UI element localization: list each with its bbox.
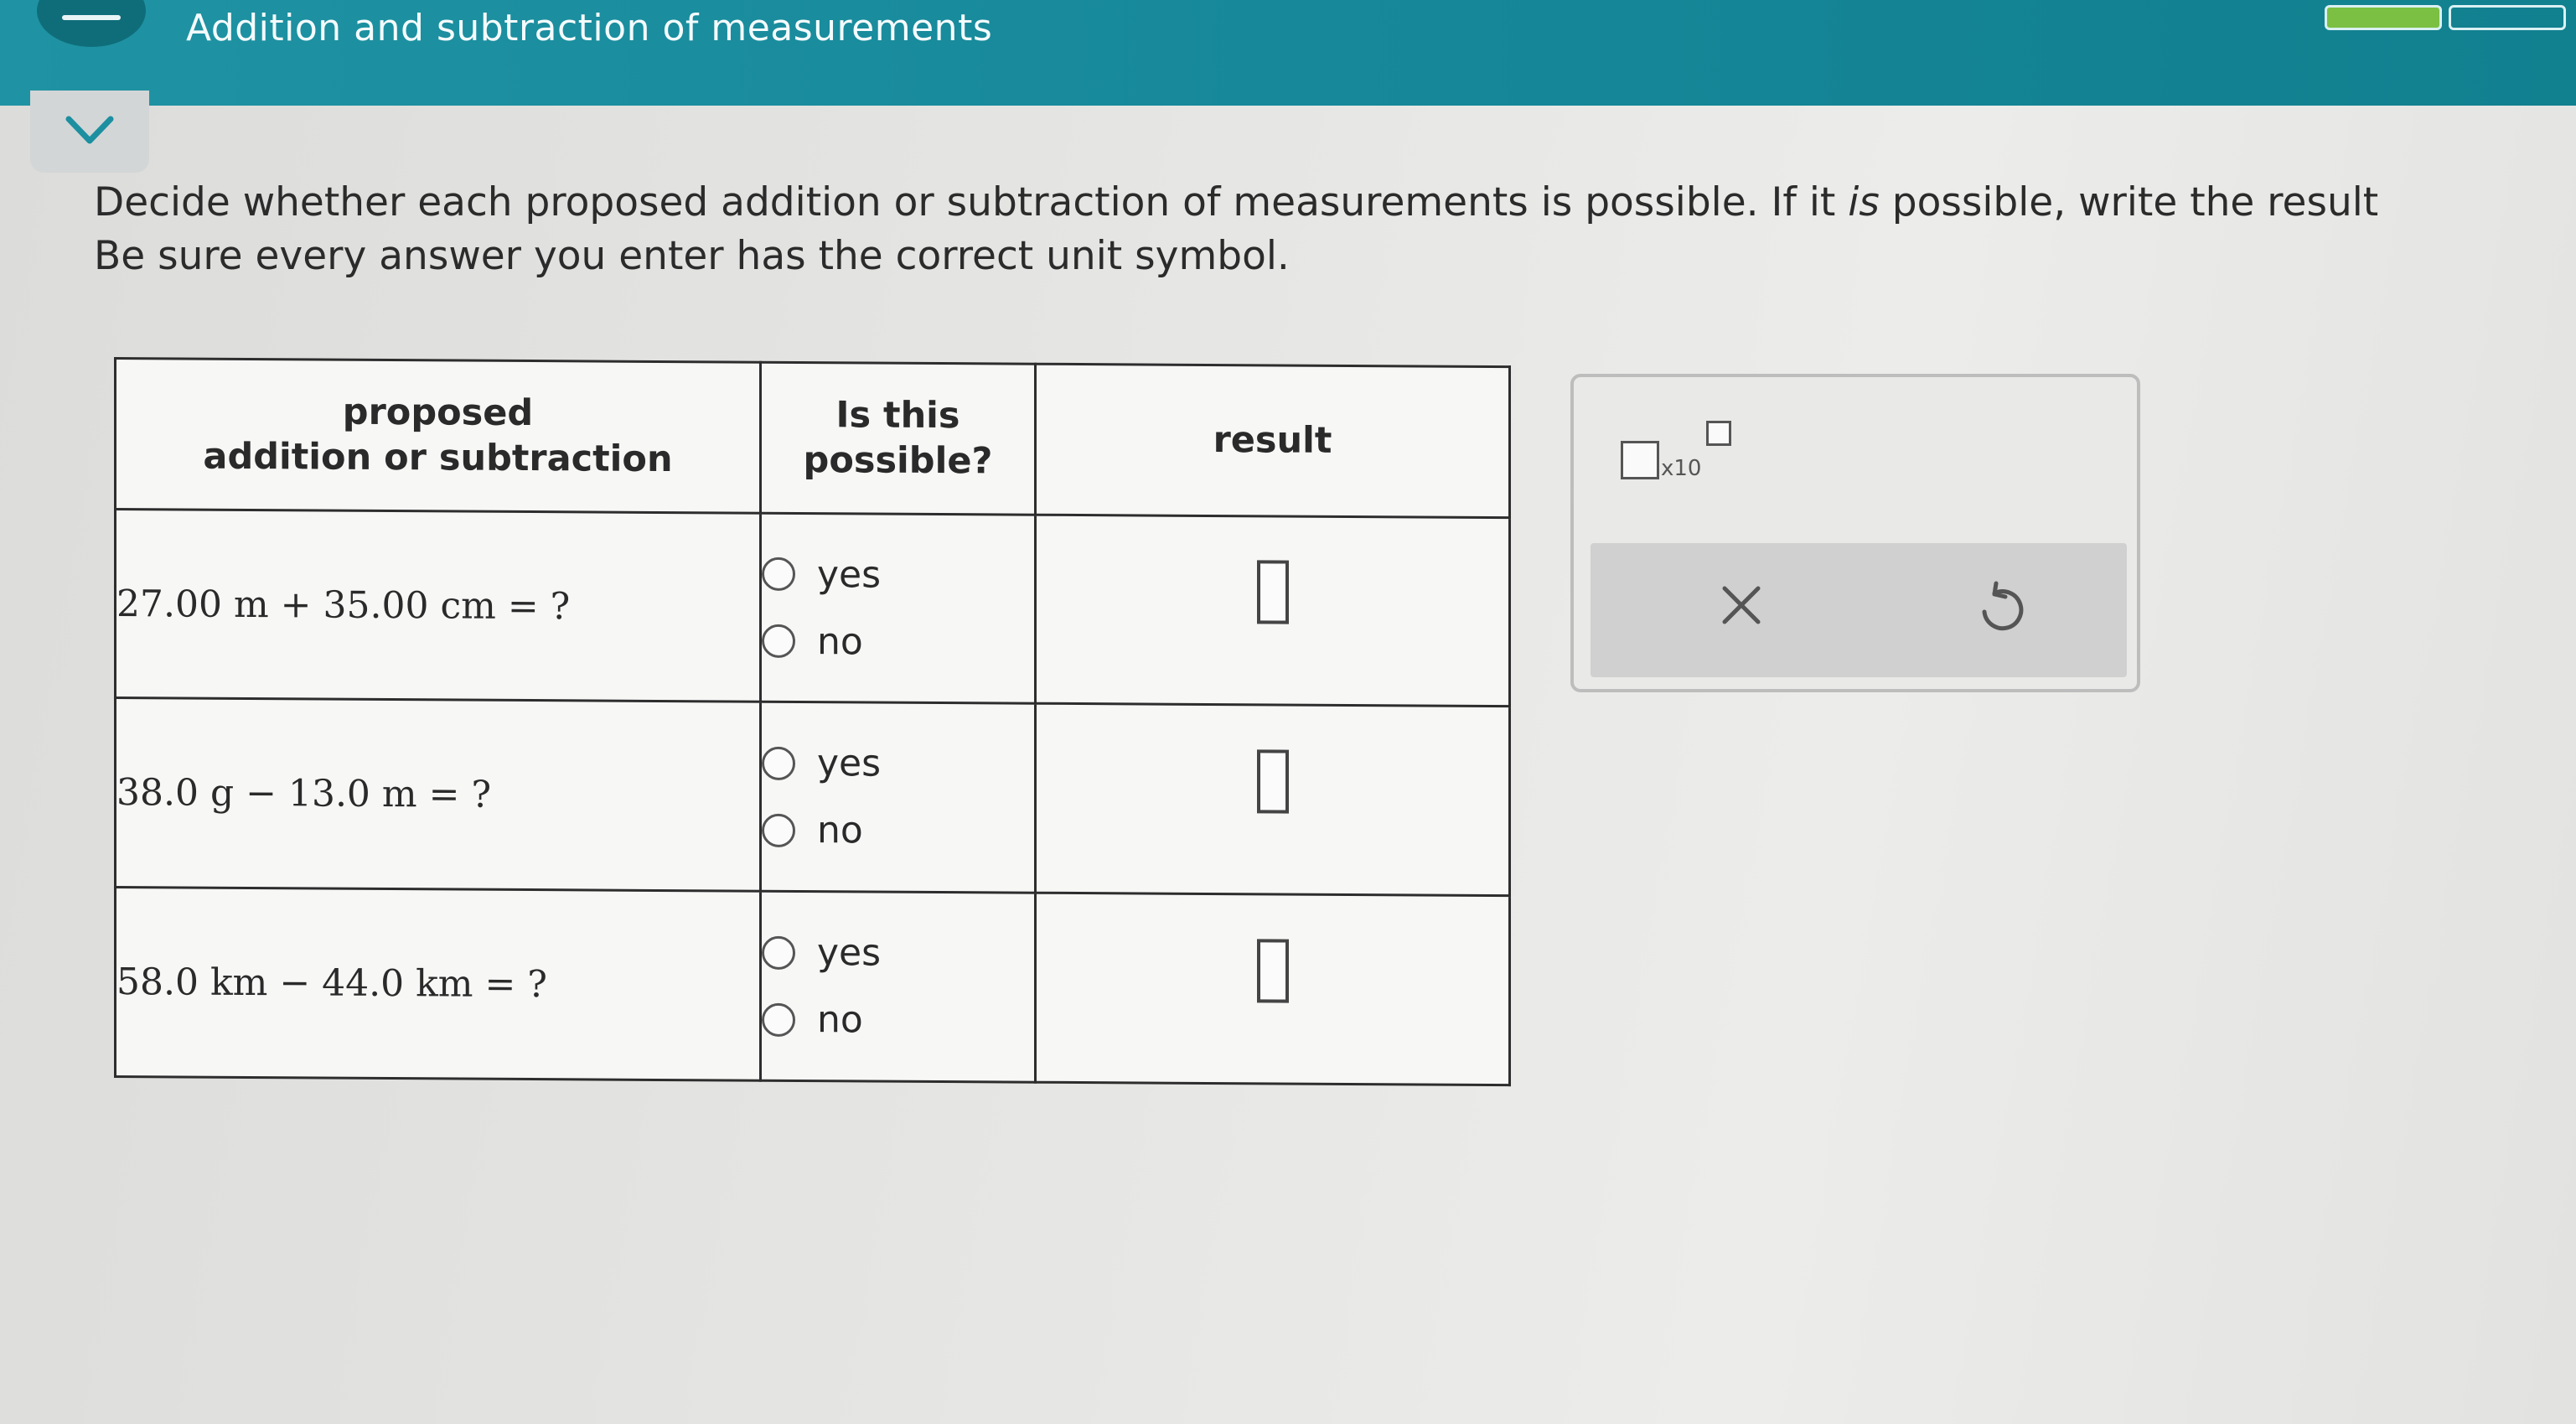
- top-bar: Addition and subtraction of measurements: [0, 0, 2576, 106]
- instructions-line-2: Be sure every answer you enter has the c…: [94, 233, 1290, 279]
- radio-no[interactable]: [762, 1002, 795, 1037]
- option-label: no: [817, 619, 863, 663]
- undo-icon[interactable]: [1976, 580, 2028, 635]
- progress-segment-complete: [2325, 5, 2442, 30]
- chevron-down-icon: [65, 116, 114, 144]
- no-option[interactable]: no: [762, 608, 1034, 676]
- expression-cell: 38.0 g − 13.0 m = ?: [115, 697, 761, 892]
- radio-no[interactable]: [762, 624, 795, 658]
- instructions-line-1: Decide whether each proposed addition or…: [94, 176, 2574, 230]
- header-text: Is this: [835, 394, 960, 438]
- header-text: addition or subtraction: [203, 435, 673, 481]
- exponent-box-icon: [1706, 421, 1731, 446]
- header-proposed: proposed addition or subtraction: [115, 358, 761, 513]
- topic-title: Addition and subtraction of measurements: [186, 7, 993, 49]
- expression-cell: 27.00 m + 35.00 cm = ?: [115, 509, 761, 702]
- header-possible: Is this possible?: [760, 362, 1036, 515]
- menu-dash-icon: [62, 15, 121, 20]
- result-cell: [1035, 703, 1510, 896]
- header-result: result: [1035, 364, 1510, 518]
- result-cell: [1035, 514, 1510, 707]
- instructions-text: Decide whether each proposed addition or…: [94, 179, 1849, 225]
- yes-option[interactable]: yes: [762, 730, 1034, 799]
- radio-yes[interactable]: [762, 935, 795, 970]
- instructions-emphasis: is: [1848, 179, 1880, 225]
- result-input[interactable]: [1256, 749, 1289, 814]
- result-input[interactable]: [1256, 938, 1289, 1003]
- table-row: 38.0 g − 13.0 m = ? yes no: [115, 697, 1510, 896]
- result-cell: [1035, 893, 1510, 1085]
- measurement-table: proposed addition or subtraction Is this…: [114, 357, 1511, 1087]
- possible-cell: yes no: [760, 512, 1036, 704]
- radio-yes[interactable]: [762, 557, 795, 591]
- instructions: Decide whether each proposed addition or…: [94, 176, 2574, 283]
- option-label: no: [817, 998, 863, 1042]
- instructions-text: possible, write the result: [1879, 179, 2379, 225]
- no-option[interactable]: no: [762, 986, 1034, 1054]
- radio-no[interactable]: [762, 813, 795, 847]
- x-icon[interactable]: [1716, 580, 1766, 630]
- table-row: 27.00 m + 35.00 cm = ? yes no: [115, 509, 1510, 707]
- scientific-notation-button[interactable]: x10: [1621, 421, 1738, 488]
- progress-bar: [2325, 5, 2576, 35]
- possible-cell: yes no: [760, 891, 1036, 1083]
- expression-cell: 58.0 km − 44.0 km = ?: [115, 887, 761, 1081]
- yes-option[interactable]: yes: [762, 541, 1034, 609]
- menu-handle[interactable]: [37, 0, 146, 47]
- possible-cell: yes no: [760, 702, 1036, 893]
- radio-yes[interactable]: [762, 746, 795, 780]
- no-option[interactable]: no: [762, 797, 1034, 866]
- collapse-button[interactable]: [30, 91, 149, 173]
- table-header-row: proposed addition or subtraction Is this…: [115, 358, 1510, 518]
- tool-actions-bar: [1591, 543, 2127, 677]
- header-text: possible?: [803, 439, 993, 483]
- x10-label: x10: [1661, 456, 1702, 481]
- header-text: proposed: [342, 391, 534, 435]
- yes-option[interactable]: yes: [762, 919, 1034, 987]
- option-label: yes: [817, 742, 882, 785]
- option-label: no: [817, 809, 863, 852]
- result-input[interactable]: [1256, 560, 1289, 624]
- option-label: yes: [817, 931, 882, 975]
- base-box-icon: [1621, 441, 1659, 479]
- answer-tools-panel: x10: [1570, 374, 2140, 692]
- progress-segment-incomplete: [2449, 5, 2566, 30]
- table-row: 58.0 km − 44.0 km = ? yes no: [115, 887, 1510, 1085]
- option-label: yes: [817, 552, 882, 597]
